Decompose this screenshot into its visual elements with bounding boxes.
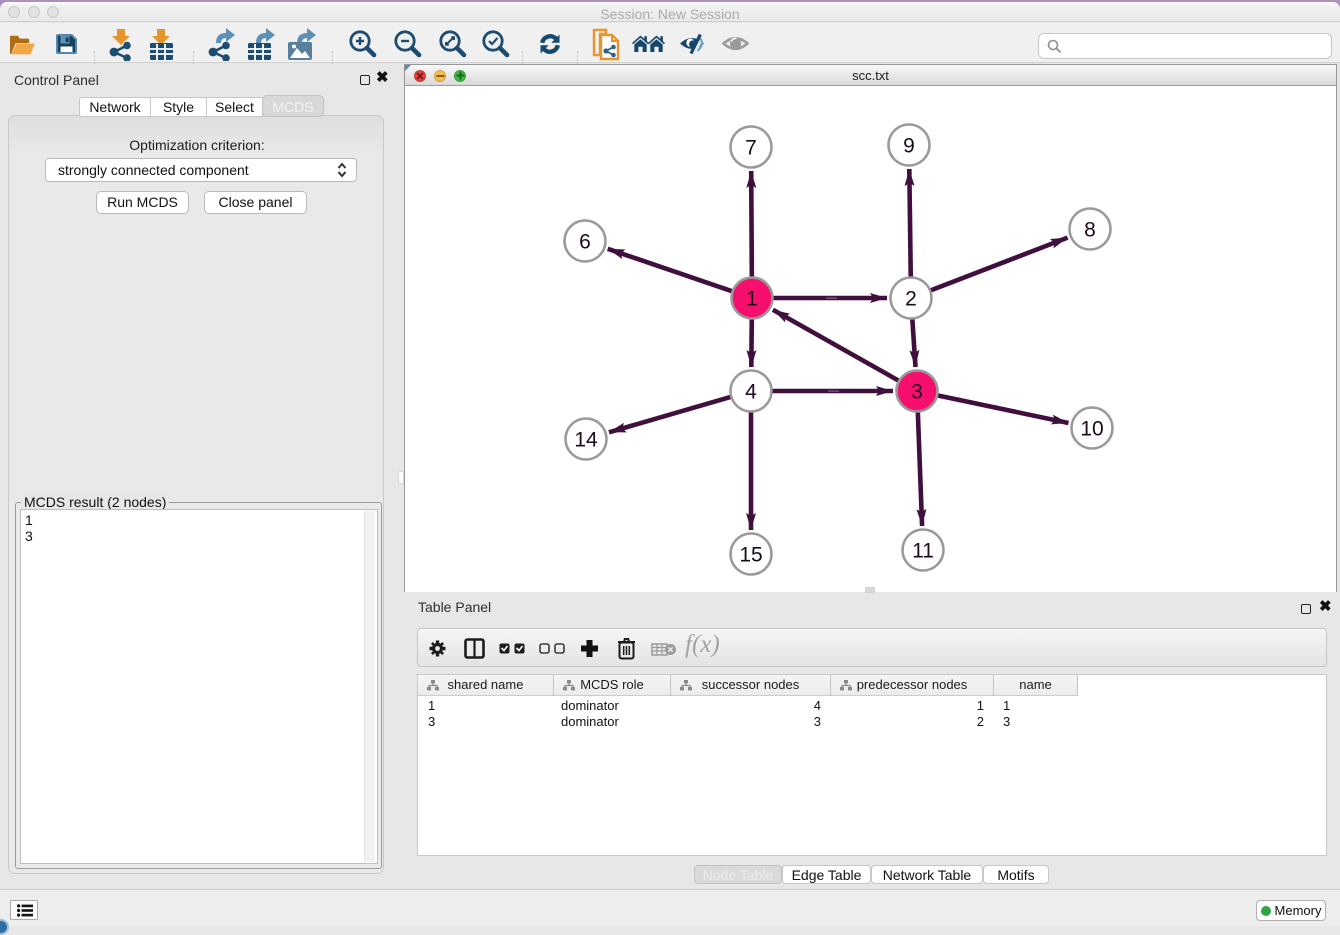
svg-text:9: 9 — [903, 135, 915, 158]
svg-text:8: 8 — [1084, 219, 1096, 242]
svg-text:4: 4 — [745, 381, 757, 404]
svg-text:15: 15 — [739, 544, 762, 567]
svg-text:11: 11 — [912, 540, 934, 563]
svg-text:1: 1 — [746, 288, 758, 311]
svg-text:14: 14 — [574, 429, 598, 452]
svg-text:6: 6 — [579, 231, 591, 254]
svg-text:7: 7 — [745, 137, 757, 160]
svg-text:3: 3 — [911, 381, 923, 404]
svg-text:10: 10 — [1080, 418, 1103, 441]
svg-text:2: 2 — [905, 288, 917, 311]
